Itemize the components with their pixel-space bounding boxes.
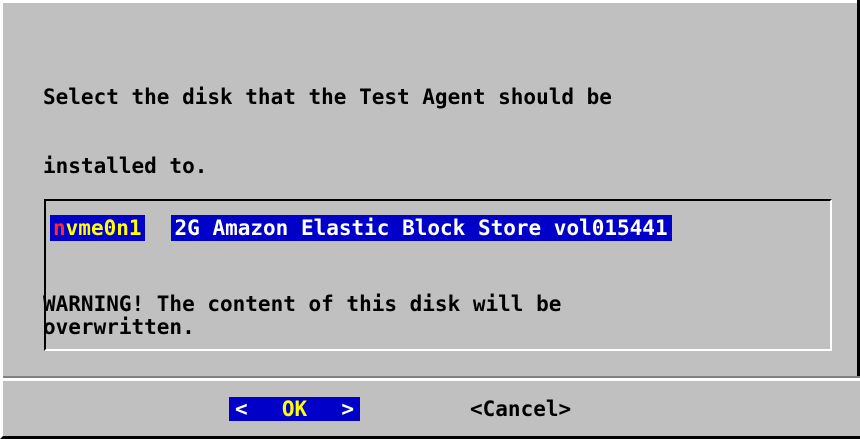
ok-right-bracket: > [341, 397, 354, 421]
message-line-2: installed to. [43, 154, 208, 178]
disk-tag[interactable]: nvme0n1 [50, 215, 145, 241]
disk-tag-rest: vme0n1 [65, 216, 142, 240]
ok-button-label: OK [281, 397, 308, 421]
message-line-1: Select the disk that the Test Agent shou… [43, 85, 612, 109]
disk-listbox[interactable]: nvme0n1 2G Amazon Elastic Block Store vo… [44, 199, 832, 351]
button-bar: < OK > <Cancel> [0, 381, 857, 436]
disk-tag-hotkey: n [53, 216, 66, 240]
cancel-button[interactable]: <Cancel> [470, 397, 571, 421]
disk-description[interactable]: 2G Amazon Elastic Block Store vol015441 [170, 215, 672, 241]
install-disk-dialog: Select the disk that the Test Agent shou… [0, 0, 860, 439]
disk-list-item[interactable]: nvme0n1 2G Amazon Elastic Block Store vo… [50, 215, 672, 241]
ok-button[interactable]: < OK > [229, 397, 360, 421]
ok-left-bracket: < [235, 397, 248, 421]
